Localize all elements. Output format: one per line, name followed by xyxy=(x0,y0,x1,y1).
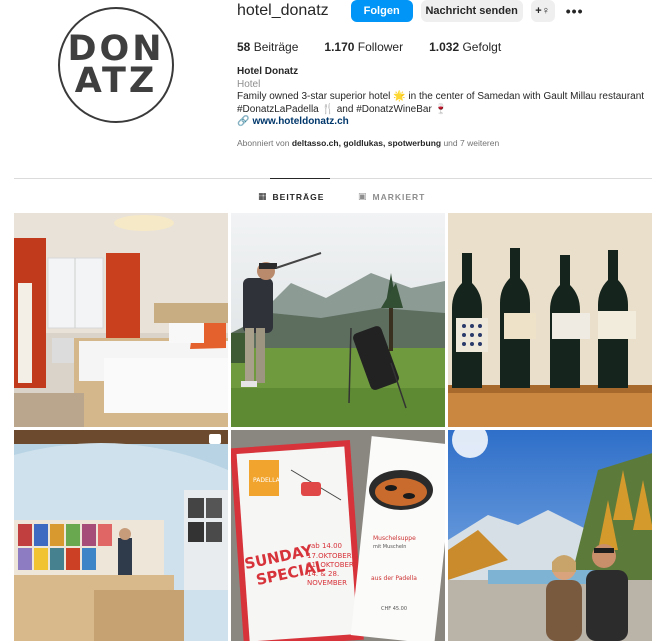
more-options-button[interactable]: ••• xyxy=(563,0,587,22)
stats-row: 58 Beiträge 1.170 Follower 1.032 Gefolgt xyxy=(237,40,527,54)
post-hotel-room[interactable] xyxy=(14,213,228,427)
tab-posts[interactable]: ▦ BEITRÄGE xyxy=(258,191,324,202)
flyer-time: ab 14.00 xyxy=(311,542,342,550)
post-sunday-special-flyer[interactable]: PADELLA SUNDAY SPECIAL ab 14.00 17.OKTOB… xyxy=(231,430,445,641)
followers-count: 1.170 xyxy=(324,40,355,54)
avatar-logo-line2: ATZ xyxy=(74,61,158,101)
followed-by[interactable]: Abonniert von deltasso.ch, goldlukas, sp… xyxy=(237,138,499,148)
flyer-date-3: 14. & 28. xyxy=(307,570,339,578)
following-label: Gefolgt xyxy=(459,40,502,54)
golf-image xyxy=(231,213,445,427)
website-link-text: www.hoteldonatz.ch xyxy=(252,116,349,127)
avatar[interactable]: DON ATZ xyxy=(58,7,174,123)
wine-bottles-image xyxy=(448,213,652,427)
posts-grid: PADELLA SUNDAY SPECIAL ab 14.00 17.OKTOB… xyxy=(14,213,652,641)
bio-category: Hotel xyxy=(237,78,261,90)
suggest-user-button[interactable]: +♀ xyxy=(530,0,555,22)
link-icon: 🔗 xyxy=(237,116,250,127)
bio: Hotel Donatz Hotel Family owned 3-star s… xyxy=(237,66,649,129)
profile-header: DON ATZ hotel_donatz Folgen Nachricht se… xyxy=(0,0,652,170)
post-golf[interactable] xyxy=(231,213,445,427)
post-couple-mountains[interactable] xyxy=(448,430,652,641)
profile-tabs: ▦ BEITRÄGE ▣ MARKIERT xyxy=(14,178,652,208)
username: hotel_donatz xyxy=(237,2,329,19)
tab-tagged-label: MARKIERT xyxy=(372,191,426,202)
active-tab-indicator xyxy=(270,178,330,179)
tagged-icon: ▣ xyxy=(358,191,368,201)
couple-mountains-image xyxy=(448,430,652,641)
hotel-room-image xyxy=(14,213,228,427)
flyer-menu-2: mit Muscheln xyxy=(373,544,406,550)
followed-by-prefix: Abonniert von xyxy=(237,138,292,148)
following-count: 1.032 xyxy=(429,40,460,54)
flyer-menu-1: Muschelsuppe xyxy=(373,535,416,542)
posts-count: 58 xyxy=(237,40,251,54)
posts-stat: 58 Beiträge xyxy=(237,40,298,54)
flyer-date-1: 17.OKTOBER xyxy=(307,552,352,560)
followed-by-suffix: und 7 weiteren xyxy=(441,138,500,148)
flyer-brand-text: PADELLA xyxy=(253,477,281,484)
website-link[interactable]: 🔗 www.hoteldonatz.ch xyxy=(237,116,649,129)
follow-button[interactable]: Folgen xyxy=(350,0,413,22)
bio-line2: #DonatzLaPadella 🍴 and #DonatzWineBar 🍷 xyxy=(237,103,448,115)
followers-stat[interactable]: 1.170 Follower xyxy=(324,40,403,54)
post-wine-bar-interior[interactable] xyxy=(14,430,228,641)
username-row: hotel_donatz Folgen Nachricht senden +♀ … xyxy=(237,0,595,22)
bio-name: Hotel Donatz xyxy=(237,66,299,77)
send-message-button[interactable]: Nachricht senden xyxy=(420,0,523,22)
tab-tagged[interactable]: ▣ MARKIERT xyxy=(358,191,425,202)
following-stat[interactable]: 1.032 Gefolgt xyxy=(429,40,501,54)
sunday-special-flyer-image: PADELLA SUNDAY SPECIAL ab 14.00 17.OKTOB… xyxy=(231,430,445,641)
flyer-menu-3: aus der Padella xyxy=(371,575,417,582)
bio-line1: Family owned 3-star superior hotel 🌟 in … xyxy=(237,91,645,102)
flyer-date-2: 31. OKTOBER xyxy=(307,561,354,569)
followed-by-names: deltasso.ch, goldlukas, spotwerbung xyxy=(291,138,442,148)
wine-bar-interior-image xyxy=(14,430,228,641)
more-icon: ••• xyxy=(565,3,584,19)
flyer-price: CHF 45.00 xyxy=(381,606,407,612)
post-wine-bottles[interactable] xyxy=(448,213,652,427)
grid-icon: ▦ xyxy=(258,191,268,201)
tab-posts-label: BEITRÄGE xyxy=(272,191,325,202)
add-person-icon: +♀ xyxy=(535,5,550,17)
posts-label: Beiträge xyxy=(250,40,299,54)
followers-label: Follower xyxy=(354,40,404,54)
flyer-date-4: NOVEMBER xyxy=(307,579,347,587)
